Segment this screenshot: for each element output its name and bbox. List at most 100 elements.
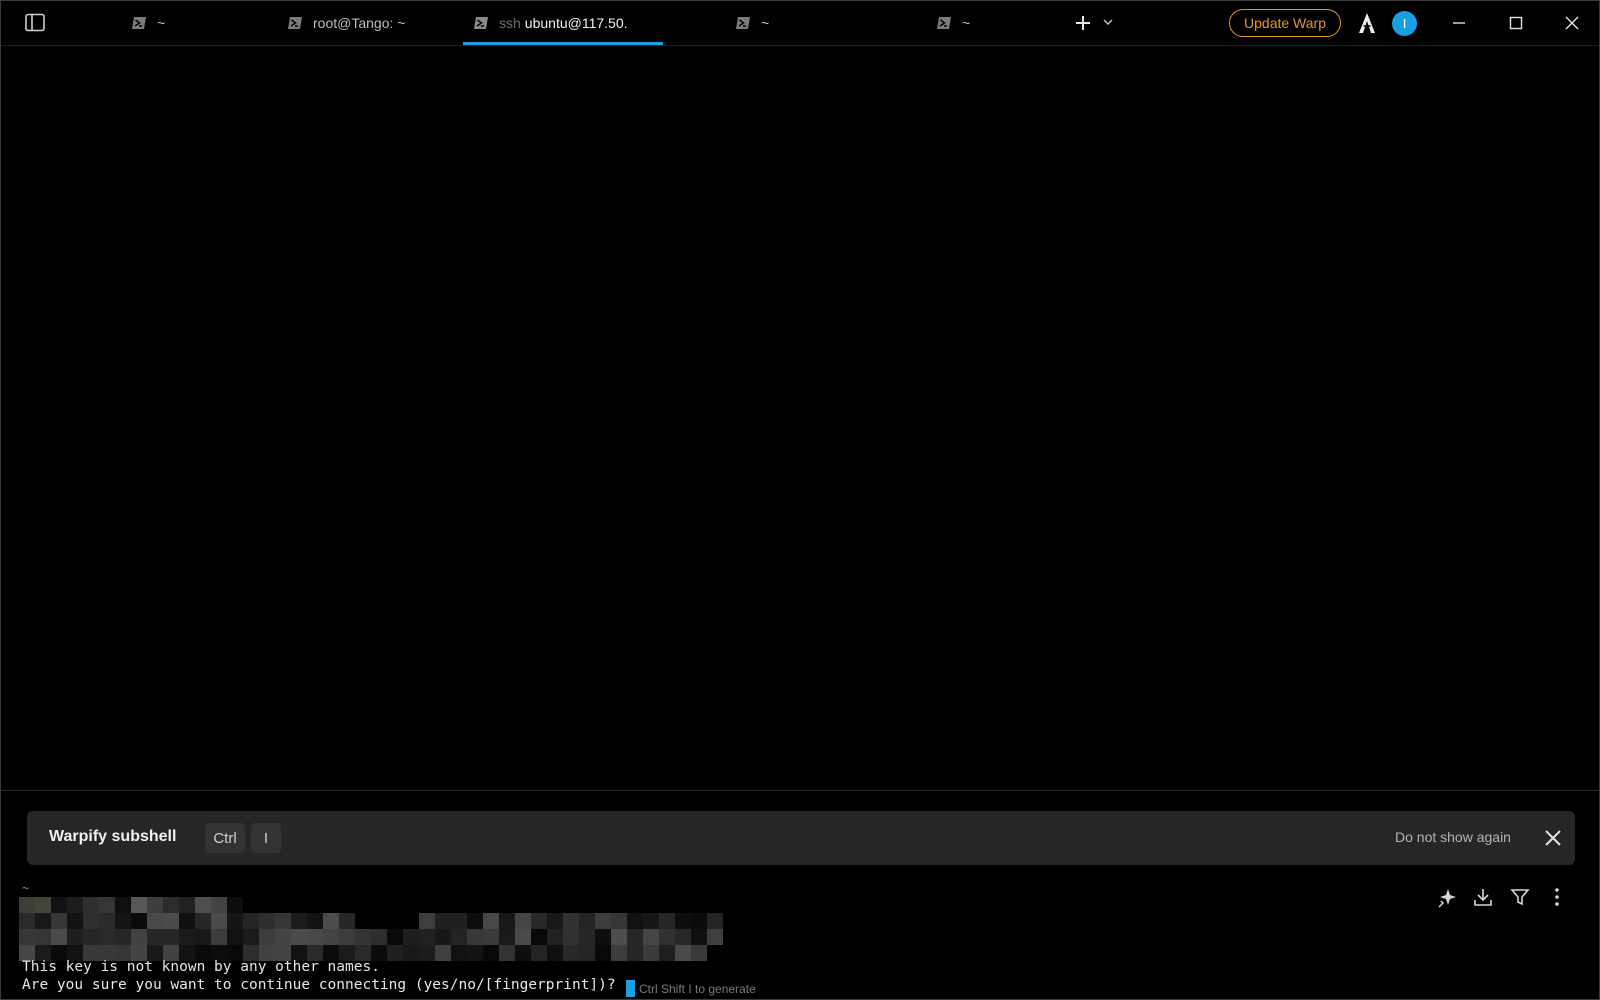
redacted-output <box>19 897 723 961</box>
redacted-pixel <box>579 929 595 945</box>
redacted-pixel <box>547 913 563 929</box>
redacted-pixel <box>563 929 579 945</box>
redacted-pixel <box>211 913 227 929</box>
redacted-pixel <box>307 929 323 945</box>
download-icon[interactable] <box>1472 886 1494 908</box>
redacted-pixel <box>179 929 195 945</box>
redacted-pixel <box>35 897 51 913</box>
maximize-icon[interactable] <box>1506 13 1526 33</box>
redacted-pixel <box>579 945 595 961</box>
redacted-pixel <box>643 913 659 929</box>
redacted-pixel <box>451 913 467 929</box>
redacted-pixel <box>419 945 435 961</box>
redacted-pixel <box>227 897 243 913</box>
terminal-line-1: This key is not known by any other names… <box>22 959 380 975</box>
redacted-pixel <box>195 929 211 945</box>
chevron-down-icon[interactable] <box>1101 15 1115 29</box>
redacted-pixel <box>387 929 403 945</box>
redacted-pixel <box>147 897 163 913</box>
do-not-show-again-link[interactable]: Do not show again <box>1395 829 1511 845</box>
minimize-icon[interactable] <box>1449 13 1469 33</box>
redacted-pixel <box>51 897 67 913</box>
redacted-pixel <box>403 945 419 961</box>
tab-3-active[interactable]: ssh ubuntu@117.50. <box>463 1 663 45</box>
redacted-pixel <box>211 897 227 913</box>
redacted-pixel <box>643 929 659 945</box>
redacted-pixel <box>211 929 227 945</box>
redacted-pixel <box>99 897 115 913</box>
redacted-pixel <box>643 945 659 961</box>
warpify-banner: Warpify subshell Ctrl I Do not show agai… <box>27 811 1575 865</box>
tab-1[interactable]: ~ <box>131 1 271 44</box>
redacted-pixel <box>67 897 83 913</box>
redacted-pixel <box>419 913 435 929</box>
kbd-i: I <box>251 823 281 853</box>
redacted-pixel <box>339 929 355 945</box>
redacted-pixel <box>163 929 179 945</box>
redacted-pixel <box>467 913 483 929</box>
redacted-pixel <box>515 945 531 961</box>
redacted-pixel <box>371 929 387 945</box>
tab-3-label: ubuntu@117.50. <box>524 14 628 31</box>
filter-icon[interactable] <box>1509 886 1531 908</box>
redacted-pixel <box>131 897 147 913</box>
redacted-pixel <box>83 929 99 945</box>
redacted-pixel <box>323 929 339 945</box>
redacted-pixel <box>131 913 147 929</box>
tab-5[interactable]: ~ <box>936 1 1056 44</box>
avatar[interactable]: I <box>1392 11 1417 36</box>
redacted-pixel <box>515 913 531 929</box>
redacted-pixel <box>243 929 259 945</box>
redacted-pixel <box>611 913 627 929</box>
plus-icon[interactable] <box>1073 12 1093 34</box>
tab-4[interactable]: ~ <box>735 1 875 44</box>
tab-2[interactable]: root@Tango: ~ <box>287 1 447 44</box>
terminal-cursor[interactable] <box>626 980 635 997</box>
powershell-icon <box>474 16 488 29</box>
redacted-pixel <box>51 929 67 945</box>
close-icon[interactable] <box>1543 828 1563 848</box>
redacted-pixel <box>275 913 291 929</box>
redacted-pixel <box>691 945 707 961</box>
redacted-pixel <box>131 929 147 945</box>
sidebar-toggle-icon[interactable] <box>25 13 47 33</box>
powershell-icon <box>132 16 146 29</box>
redacted-pixel <box>339 913 355 929</box>
redacted-pixel <box>579 913 595 929</box>
redacted-pixel <box>67 929 83 945</box>
tab-1-label: ~ <box>157 14 166 31</box>
redacted-pixel <box>403 929 419 945</box>
close-icon[interactable] <box>1562 13 1582 33</box>
cwd-label: ~ <box>22 881 30 895</box>
redacted-pixel <box>419 929 435 945</box>
redacted-pixel <box>627 913 643 929</box>
redacted-pixel <box>595 913 611 929</box>
redacted-pixel <box>707 929 723 945</box>
redacted-pixel <box>99 929 115 945</box>
warp-logo-icon[interactable] <box>1357 12 1377 34</box>
redacted-pixel <box>483 913 499 929</box>
redacted-pixel <box>435 945 451 961</box>
redacted-pixel <box>147 913 163 929</box>
redacted-pixel <box>499 945 515 961</box>
powershell-icon <box>288 16 302 29</box>
redacted-pixel <box>531 929 547 945</box>
more-vertical-icon[interactable] <box>1546 886 1568 908</box>
redacted-pixel <box>195 897 211 913</box>
redacted-pixel <box>291 929 307 945</box>
update-warp-button[interactable]: Update Warp <box>1229 9 1341 37</box>
redacted-pixel <box>51 913 67 929</box>
terminal-line-2: Are you sure you want to continue connec… <box>22 977 616 993</box>
redacted-pixel <box>627 945 643 961</box>
redacted-pixel <box>515 929 531 945</box>
redacted-pixel <box>691 913 707 929</box>
redacted-pixel <box>195 913 211 929</box>
ai-generate-hint: Ctrl Shift I to generate <box>639 982 756 996</box>
redacted-pixel <box>275 929 291 945</box>
redacted-pixel <box>259 929 275 945</box>
active-tab-indicator <box>463 42 663 45</box>
redacted-pixel <box>691 929 707 945</box>
redacted-pixel <box>35 929 51 945</box>
redacted-pixel <box>115 913 131 929</box>
sparkle-icon[interactable] <box>1436 886 1458 908</box>
